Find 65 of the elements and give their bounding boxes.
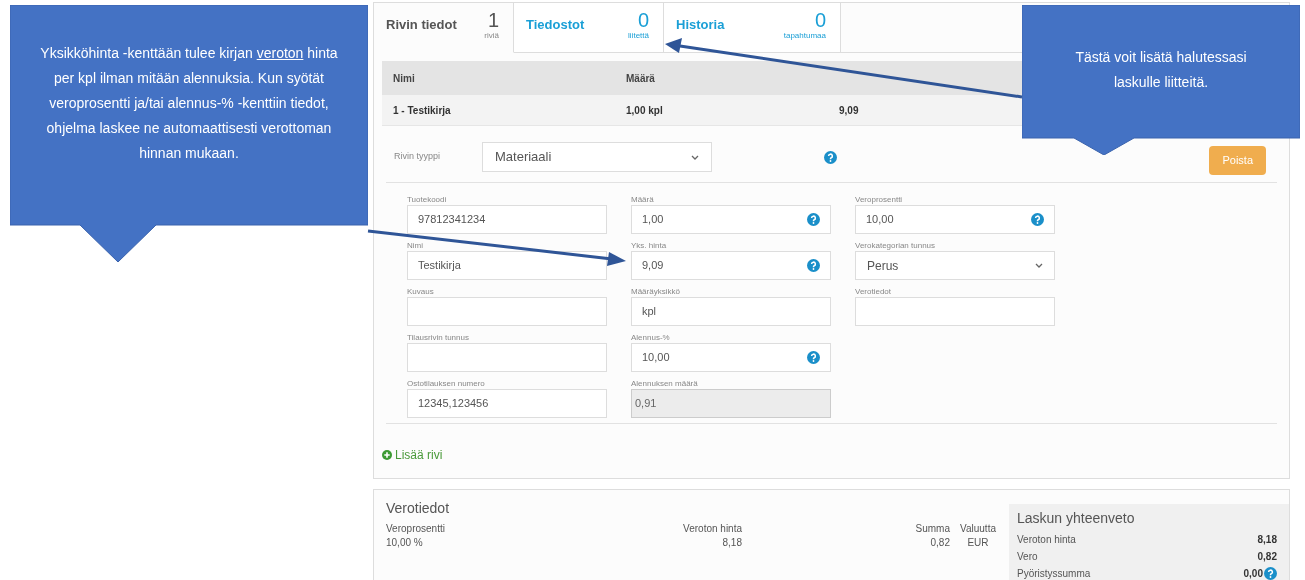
callout-text: Yksikköhinta -kenttään tulee kirjan veroton hinta per kpl ilman mitään alennuksia. Kun syötät veroprosentti ja/tai alennus-% -kenttiin tiedot, ohjelma laskee ne automaattisesti verottoman hinnan mukaan.	[40, 44, 338, 163]
tab-count: 0	[637, 10, 649, 30]
summary-value: 8,18	[1257, 533, 1277, 547]
tab-caption: riviä	[484, 32, 499, 40]
section-title: Verotiedot	[386, 499, 451, 518]
input-field[interactable]	[407, 297, 607, 326]
column-label: Veroprosentti	[386, 522, 446, 536]
field-label: Tilausrivin tunnus	[407, 332, 470, 343]
tab-caption: tapahtumaa	[783, 32, 826, 40]
summary-title: Laskun yhteenveto	[1017, 509, 1136, 528]
plus-circle-icon	[382, 450, 392, 460]
summary-value: 0,00	[1243, 567, 1263, 580]
chevron-down-icon	[691, 154, 699, 160]
field-label: Verokategorian tunnus	[855, 240, 937, 251]
column-header: Nimi	[393, 71, 416, 86]
input-field[interactable]: 9,09	[631, 251, 831, 280]
type-select[interactable]: Materiaali	[482, 142, 712, 172]
help-icon[interactable]	[824, 150, 837, 164]
column-value: 10,00 %	[386, 536, 424, 550]
tab-count: 0	[814, 10, 826, 30]
input-field[interactable]: kpl	[631, 297, 831, 326]
column-header: Määrä	[626, 71, 656, 86]
field-label: Verotiedot	[855, 286, 893, 297]
column-label: Valuutta	[959, 522, 997, 536]
select-field[interactable]: Perus	[855, 251, 1055, 280]
tab-count: 1	[487, 10, 499, 30]
input-field[interactable]: 10,00	[631, 343, 831, 372]
input-field[interactable]	[855, 297, 1055, 326]
field-label: Kuvaus	[407, 286, 435, 297]
input-field[interactable]: Testikirja	[407, 251, 607, 280]
field-label: Veroprosentti	[855, 194, 904, 205]
field-label: Alennus-%	[631, 332, 671, 343]
summary-value: 0,82	[1257, 550, 1277, 564]
field-label: Ostotilauksen numero	[407, 378, 486, 389]
column-value: 8,18	[721, 536, 742, 550]
input-field[interactable]: 10,00	[855, 205, 1055, 234]
column-value: EUR	[966, 536, 990, 550]
help-icon[interactable]	[1031, 213, 1044, 226]
callout-text: Tästä voit lisätä halutessasi laskulle liitteitä.	[1074, 48, 1248, 92]
help-icon[interactable]	[1264, 567, 1277, 580]
summary-label: Vero	[1017, 550, 1038, 564]
chevron-down-icon	[1035, 263, 1043, 268]
input-field[interactable]: 12345,123456	[407, 389, 607, 418]
help-icon[interactable]	[807, 213, 820, 226]
field-label: Määräyksikkö	[631, 286, 681, 297]
add-row-link[interactable]: Lisää rivi	[382, 446, 443, 464]
field-label: Yks. hinta	[631, 240, 668, 251]
column-value: 0,82	[929, 536, 950, 550]
input-field[interactable]	[407, 343, 607, 372]
field-label: Tuotekoodi	[407, 194, 448, 205]
column-label: Summa	[914, 522, 950, 536]
tab[interactable]: Rivin tiedot 1 riviä	[374, 3, 514, 53]
field-label: Rivin tyyppi	[394, 150, 441, 164]
readonly-field: 0,91	[631, 389, 831, 418]
column-label: Veroton hinta	[682, 522, 742, 536]
input-field[interactable]: 97812341234	[407, 205, 607, 234]
summary-label: Pyöristyssumma	[1017, 567, 1091, 580]
help-icon[interactable]	[807, 351, 820, 364]
field-label: Nimi	[407, 240, 424, 251]
field-label: Alennuksen määrä	[631, 378, 699, 389]
help-icon[interactable]	[807, 259, 820, 272]
input-field[interactable]: 1,00	[631, 205, 831, 234]
tab-caption: liitettä	[628, 32, 649, 40]
summary-label: Veroton hinta	[1017, 533, 1076, 547]
field-label: Määrä	[631, 194, 655, 205]
